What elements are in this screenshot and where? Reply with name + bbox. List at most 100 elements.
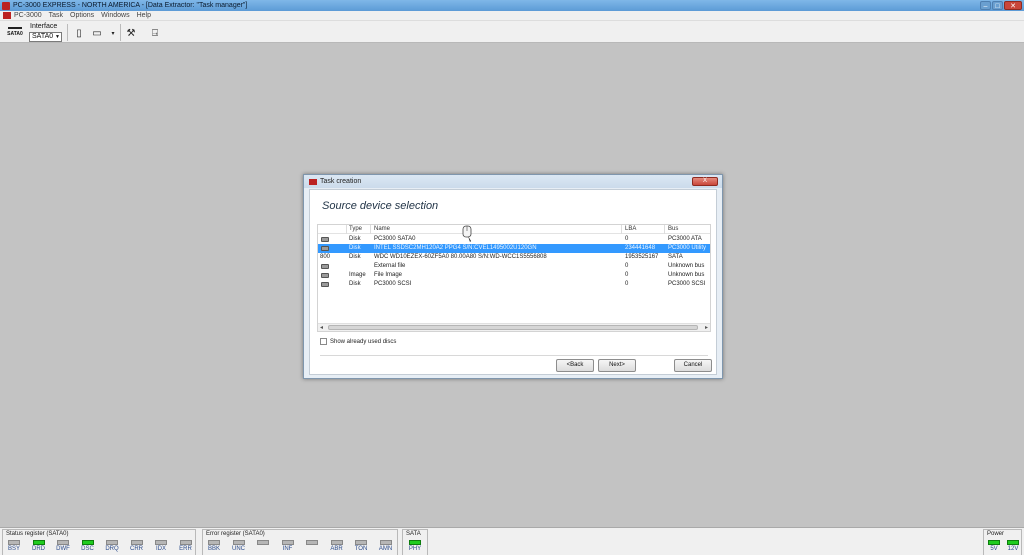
app-logo-icon [2, 1, 10, 10]
status-led: IDX [153, 540, 169, 555]
status-led: TON [353, 540, 369, 555]
table-row[interactable]: 800 Disk WDC WD10EZEX-60ZF5A0 80.00A80 S/N… [318, 253, 710, 262]
led-lamp [306, 540, 318, 545]
led-label: DRQ [105, 546, 119, 552]
sata-port-button[interactable]: SATA0 [5, 23, 25, 41]
led-label: IDX [155, 546, 166, 552]
show-used-discs-checkbox[interactable] [320, 338, 327, 345]
sata-connector-icon [8, 27, 22, 29]
cell-name: INTEL SSDSC2MH120A2 PPG4 S/N:CVEL1495002… [374, 245, 537, 251]
menu-item-options[interactable]: Options [70, 12, 94, 19]
led-label: DSC [81, 546, 94, 552]
image-file-icon [321, 273, 329, 278]
cell-bus: Unknown bus [668, 272, 705, 278]
led-label: UNC [232, 546, 245, 552]
window-titlebar: PC-3000 EXPRESS - NORTH AMERICA - [Data … [0, 0, 1024, 11]
led-label: DRD [32, 546, 45, 552]
dialog-body: Source device selection Type Name LBA Bu… [309, 189, 717, 375]
cell-bus: Unknown bus [668, 263, 705, 269]
show-used-discs-option[interactable]: Show already used discs [320, 338, 396, 345]
cell-type: Disk [349, 236, 361, 242]
menu-item-help[interactable]: Help [137, 12, 151, 19]
led-lamp [257, 540, 269, 545]
next-button[interactable]: Next> [598, 359, 636, 372]
cell-lba: 0 [625, 281, 629, 287]
menu-item-pc3000[interactable]: PC-3000 [14, 12, 42, 19]
cell-lba: 0 [625, 272, 629, 278]
horizontal-scrollbar[interactable]: ◂ ▸ [318, 323, 710, 331]
cell-name: External file [374, 263, 406, 269]
cell-lba: 0 [625, 236, 629, 242]
column-divider [370, 225, 371, 234]
column-divider [621, 225, 622, 234]
table-row[interactable]: Disk INTEL SSDSC2MH120A2 PPG4 S/N:CVEL149… [318, 244, 710, 253]
drive-icon[interactable]: ▭ [90, 26, 104, 40]
exit-icon[interactable]: ⍈ [148, 26, 162, 40]
window-controls: – □ ✕ [980, 1, 1022, 10]
led-label: INF [282, 546, 293, 552]
column-header-bus[interactable]: Bus [668, 226, 678, 232]
phone-icon[interactable]: ▯ [72, 26, 86, 40]
minimize-button[interactable]: – [980, 1, 991, 10]
back-button[interactable]: <Back [556, 359, 594, 372]
cell-lba: 234441648 [625, 245, 656, 251]
led-label: AMN [378, 546, 393, 552]
cell-bus: PC3000 ATA [668, 236, 702, 242]
device-table: Type Name LBA Bus Disk PC3000 SATA0 0 PC300… [317, 224, 711, 332]
table-row[interactable]: Image File Image 0 Unknown bus [318, 271, 710, 280]
cell-lba: 1953525167 [625, 254, 659, 260]
disk-icon [321, 237, 329, 242]
status-bar: Status register (SATA0) BSY DRD DWF DSC DRQ C… [0, 527, 1024, 555]
led-label: CRR [130, 546, 143, 552]
cell-name: WDC WD10EZEX-60ZF5A0 80.00A80 S/N:WD-WCC… [374, 254, 547, 260]
interface-label: Interface [30, 23, 58, 30]
power-panel: Power 5V 12V [983, 529, 1022, 555]
cell-bus: SATA [668, 254, 683, 260]
column-header-type[interactable]: Type [349, 226, 362, 232]
chevron-down-icon[interactable]: ▾ [106, 26, 120, 40]
file-icon [321, 264, 329, 269]
status-led [255, 540, 271, 555]
error-register-title: Error register (SATA0) [206, 531, 265, 537]
led-label: ERR [179, 546, 192, 552]
toolbar-divider [67, 24, 68, 41]
table-row[interactable]: Disk PC3000 SATA0 0 PC3000 ATA [318, 235, 710, 244]
status-register-panel: Status register (SATA0) BSY DRD DWF DSC DRQ C… [2, 529, 196, 555]
dialog-close-button[interactable]: X [692, 177, 718, 186]
column-header-lba[interactable]: LBA [625, 226, 636, 232]
toolbar: SATA0 Interface SATA0 ▼ ▯ ▭ ▾ ⚒ ⍈ [0, 21, 1024, 43]
table-row[interactable]: Disk PC3000 SCSI 0 PC3000 SCSI [318, 280, 710, 289]
show-used-discs-label: Show already used discs [330, 338, 397, 345]
menu-item-windows[interactable]: Windows [101, 12, 129, 19]
power-title: Power [987, 531, 1005, 537]
maximize-button[interactable]: □ [992, 1, 1003, 10]
status-led: PHY [407, 540, 423, 555]
cancel-button[interactable]: Cancel [674, 359, 712, 372]
close-window-button[interactable]: ✕ [1004, 1, 1022, 10]
status-led [304, 540, 320, 555]
column-divider [664, 225, 665, 234]
table-row[interactable]: External file 0 Unknown bus [318, 262, 710, 271]
cell-type: Disk [349, 254, 361, 260]
interface-select-value: SATA0 [32, 33, 54, 40]
column-header-name[interactable]: Name [374, 226, 390, 232]
chevron-down-icon: ▼ [55, 34, 60, 40]
status-led: UNC [231, 540, 247, 555]
interface-select[interactable]: SATA0 ▼ [29, 32, 62, 42]
dialog-heading: Source device selection [322, 200, 439, 212]
window-title: PC-3000 EXPRESS - NORTH AMERICA - [Data … [13, 2, 248, 9]
scroll-right-icon[interactable]: ▸ [705, 324, 708, 331]
tools-icon[interactable]: ⚒ [124, 26, 138, 40]
status-led: BBK [206, 540, 222, 555]
cell-number: 800 [320, 254, 331, 260]
cell-name: File Image [374, 272, 403, 278]
menu-item-task[interactable]: Task [49, 12, 63, 19]
scrollbar-thumb[interactable] [328, 325, 698, 330]
status-led: BSY [6, 540, 22, 555]
mouse-cursor-icon [462, 225, 472, 242]
cell-bus: PC3000 SCSI [668, 281, 706, 287]
sata-title: SATA [406, 531, 421, 537]
scroll-left-icon[interactable]: ◂ [320, 324, 323, 331]
task-creation-dialog: Task creation X Source device selection … [303, 174, 723, 379]
status-led: AMN [378, 540, 394, 555]
